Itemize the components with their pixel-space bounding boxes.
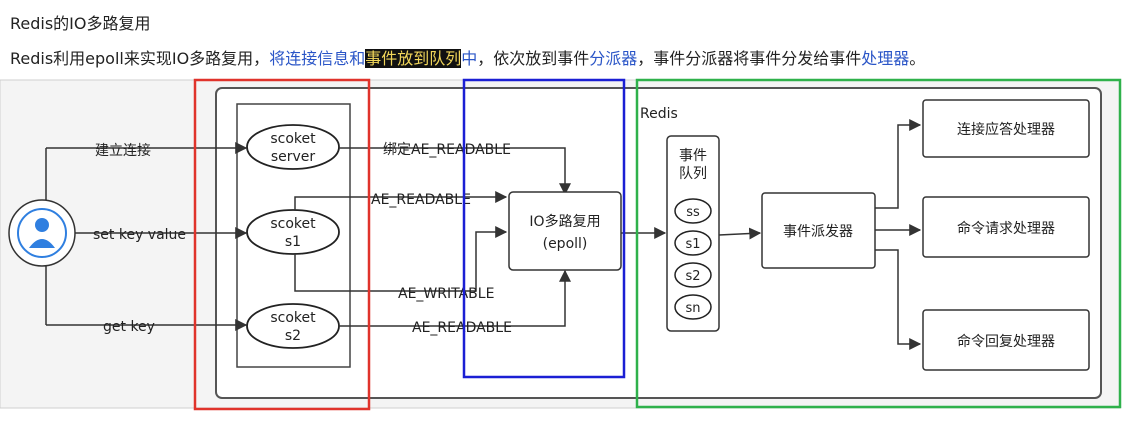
epoll-line2: (epoll) (543, 236, 588, 252)
redis-io-diagram: 建立连接 set key value get key scoket server… (0, 78, 1122, 411)
queue-item-label-2: s2 (685, 269, 700, 284)
socket-s1-line2: s1 (285, 234, 301, 250)
paragraph-highlight: 事件放到队列 (365, 49, 462, 68)
label-s1-writable: AE_WRITABLE (398, 286, 494, 302)
dispatcher-label: 事件派发器 (783, 224, 853, 240)
page-heading: Redis的IO多路复用 (10, 14, 151, 33)
label-s2-readable: AE_READABLE (412, 320, 512, 336)
socket-s2-line1: scoket (270, 310, 316, 326)
label-bind-readable: 绑定AE_READABLE (383, 142, 511, 158)
epoll-line1: IO多路复用 (529, 213, 600, 230)
paragraph-link-1[interactable]: 将连接信息和 (269, 49, 365, 68)
label-connect: 建立连接 (95, 142, 151, 159)
handler-label-2: 命令请求处理器 (957, 220, 1055, 237)
queue-title-2: 队列 (679, 166, 707, 182)
socket-server-line1: scoket (270, 131, 316, 147)
paragraph-link-2[interactable]: 中 (461, 49, 477, 68)
handler-label-1: 连接应答处理器 (957, 121, 1055, 138)
socket-server-line2: server (271, 149, 316, 165)
label-get: get key (103, 319, 155, 335)
paragraph-link-4[interactable]: 处理器 (861, 49, 909, 68)
queue-item-label-3: sn (685, 301, 700, 316)
label-set: set key value (93, 227, 186, 243)
queue-title-1: 事件 (679, 148, 707, 164)
paragraph-link-3[interactable]: 分派器 (589, 49, 637, 68)
queue-item-label-1: s1 (685, 237, 700, 252)
client-avatar (8, 199, 76, 267)
paragraph-text-4: 。 (909, 49, 926, 68)
paragraph-text-1: Redis利用epoll来实现IO多路复用， (10, 49, 270, 68)
handler-label-3: 命令回复处理器 (957, 333, 1055, 350)
socket-s1-line1: scoket (270, 216, 316, 232)
paragraph-text-2: ，依次放到事件 (477, 49, 590, 68)
description-paragraph: Redis利用epoll来实现IO多路复用，将连接信息和事件放到队列中，依次放到… (10, 45, 925, 69)
label-s1-readable: AE_READABLE (371, 192, 471, 208)
epoll-box (508, 191, 622, 271)
socket-s2-line2: s2 (285, 328, 301, 344)
redis-label: Redis (640, 106, 678, 122)
queue-item-label-0: ss (686, 205, 700, 220)
paragraph-text-3: ，事件分派器将事件分发给事件 (637, 49, 862, 68)
